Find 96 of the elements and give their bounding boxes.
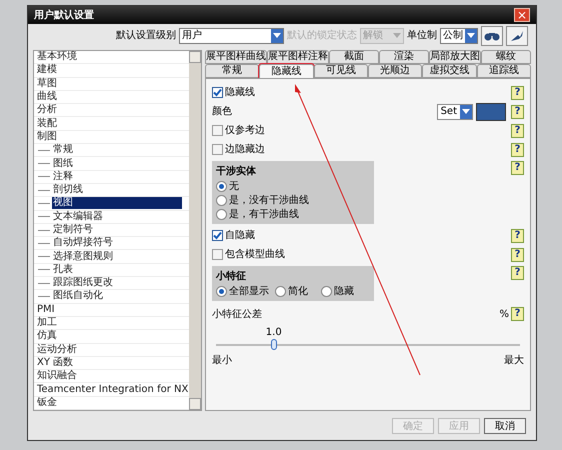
tree-item[interactable]: 仿真 (36, 330, 58, 342)
tree-item[interactable]: 定制符号 (52, 224, 94, 236)
checkbox-label: 隐藏线 (225, 86, 255, 100)
toolbar-label: 默认设置级别 (116, 28, 176, 43)
help-icon[interactable]: ? (511, 307, 524, 321)
tree-item[interactable]: 常规 (52, 144, 74, 156)
tree-item[interactable]: 孔表 (52, 264, 74, 276)
color-label: 颜色 (212, 104, 232, 119)
tab[interactable]: 可见线 (314, 64, 368, 78)
tree-item[interactable]: 注释 (52, 170, 74, 183)
tree-item[interactable]: 基本环境 (36, 51, 78, 64)
tab[interactable]: 追踪线 (476, 64, 531, 78)
toolbar-label: 单位制 (407, 28, 437, 43)
help-icon[interactable]: ? (511, 86, 524, 100)
close-button[interactable]: × (514, 8, 530, 22)
tree-item[interactable]: 制图 (36, 130, 58, 143)
tab[interactable]: 渲染 (379, 50, 429, 64)
checkbox-label: 仅参考边 (225, 124, 265, 138)
help-icon[interactable]: ? (511, 248, 524, 262)
tree-item[interactable]: 分析 (36, 104, 58, 116)
tree-item[interactable]: 建模 (36, 64, 58, 76)
dropdown-caret-icon[interactable] (465, 28, 477, 42)
radio-label: 无 (229, 180, 239, 194)
radio-button[interactable] (216, 208, 227, 220)
tree-item[interactable]: 图纸 (52, 158, 74, 170)
tree-item[interactable]: 剖切线 (52, 184, 84, 196)
tree-item[interactable]: 草图 (36, 78, 58, 90)
tree-item[interactable]: 视图 (52, 197, 182, 210)
tree-item[interactable]: 钣金 (36, 396, 58, 409)
radio-label: 隐藏 (334, 284, 354, 298)
tab[interactable]: 螺纹 (481, 50, 531, 64)
group-title: 小特征 (216, 270, 247, 284)
tab[interactable]: 展平图样曲线 (205, 50, 267, 64)
help-icon[interactable]: ? (511, 266, 524, 280)
help-icon[interactable]: ? (511, 161, 524, 175)
help-icon[interactable]: ? (511, 142, 524, 156)
tree-item[interactable]: 文本编辑器 (52, 210, 104, 223)
binoculars-icon (484, 30, 500, 40)
help-icon[interactable]: ? (511, 228, 524, 242)
tree-item[interactable]: 自动焊接符号 (52, 237, 114, 250)
toolbar-select[interactable]: 公制 (440, 28, 478, 44)
scrollbar[interactable] (189, 51, 201, 410)
help-icon[interactable]: ? (511, 124, 524, 138)
color-swatch[interactable] (476, 102, 506, 120)
radio-button[interactable] (275, 286, 286, 296)
binoculars-button[interactable] (481, 26, 503, 46)
color-select[interactable]: Set (436, 104, 473, 120)
slider-thumb[interactable] (270, 339, 277, 350)
checkbox[interactable] (212, 125, 223, 136)
tree-item[interactable]: 装配 (36, 118, 58, 130)
tree-item[interactable]: 选择意图规则 (52, 250, 114, 263)
tree-item[interactable]: Teamcenter Integration for NX (36, 384, 190, 396)
radio-button[interactable] (216, 194, 227, 206)
tree-item[interactable]: 知识融合 (36, 370, 78, 382)
toolbar-select[interactable]: 用户 (179, 28, 284, 44)
checkbox[interactable] (212, 144, 223, 155)
unit-label: % (499, 308, 509, 322)
tab[interactable]: 虚拟交线 (422, 64, 477, 78)
radio-button[interactable] (321, 286, 332, 296)
min-label: 最小 (212, 354, 232, 368)
toolbar-label: 默认的锁定状态 (287, 28, 357, 43)
tab[interactable]: 局部放大图 (429, 50, 481, 64)
checkbox-label: 边隐藏边 (225, 142, 265, 157)
tree-item[interactable]: PMI (36, 304, 56, 316)
checkbox[interactable] (212, 249, 223, 260)
radio-label: 简化 (288, 284, 308, 298)
tree-item[interactable]: 跟踪图纸更改 (52, 277, 114, 290)
radio-label: 是，有干涉曲线 (229, 208, 299, 222)
checkbox-label: 包含模型曲线 (225, 248, 285, 262)
tree-item[interactable]: 运动分析 (36, 344, 78, 356)
checkbox[interactable] (212, 87, 223, 98)
tree-item[interactable]: 图纸自动化 (52, 290, 104, 302)
window-title: 用户默认设置 (34, 8, 94, 22)
slider-value: 1.0 (266, 326, 282, 340)
radio-button[interactable] (216, 286, 227, 296)
radio-button[interactable] (216, 180, 227, 192)
dropdown-caret-icon[interactable] (271, 28, 283, 42)
dropdown-caret-icon[interactable] (460, 104, 472, 118)
tree-item[interactable]: 加工 (36, 317, 58, 330)
tree-item[interactable]: XY 函数 (36, 356, 74, 369)
group-title: 干涉实体 (216, 164, 257, 179)
checkbox[interactable] (212, 230, 223, 241)
slider-label: 小特征公差 (212, 308, 262, 322)
tab[interactable]: 隐藏线 (259, 64, 314, 78)
dialog-button[interactable]: 取消 (484, 418, 526, 434)
tree-item[interactable]: 曲线 (36, 91, 58, 104)
tab[interactable]: 展平图样注释 (267, 50, 329, 64)
max-label: 最大 (504, 354, 524, 368)
radio-label: 是，没有干涉曲线 (229, 194, 309, 208)
tool-button[interactable] (506, 26, 528, 46)
radio-label: 全部显示 (229, 284, 269, 298)
checkbox-label: 自隐藏 (225, 228, 255, 243)
help-icon[interactable]: ? (511, 104, 524, 118)
tab[interactable]: 光顺边 (368, 64, 422, 78)
tab[interactable]: 常规 (205, 64, 260, 78)
tab[interactable]: 截面 (329, 50, 379, 64)
